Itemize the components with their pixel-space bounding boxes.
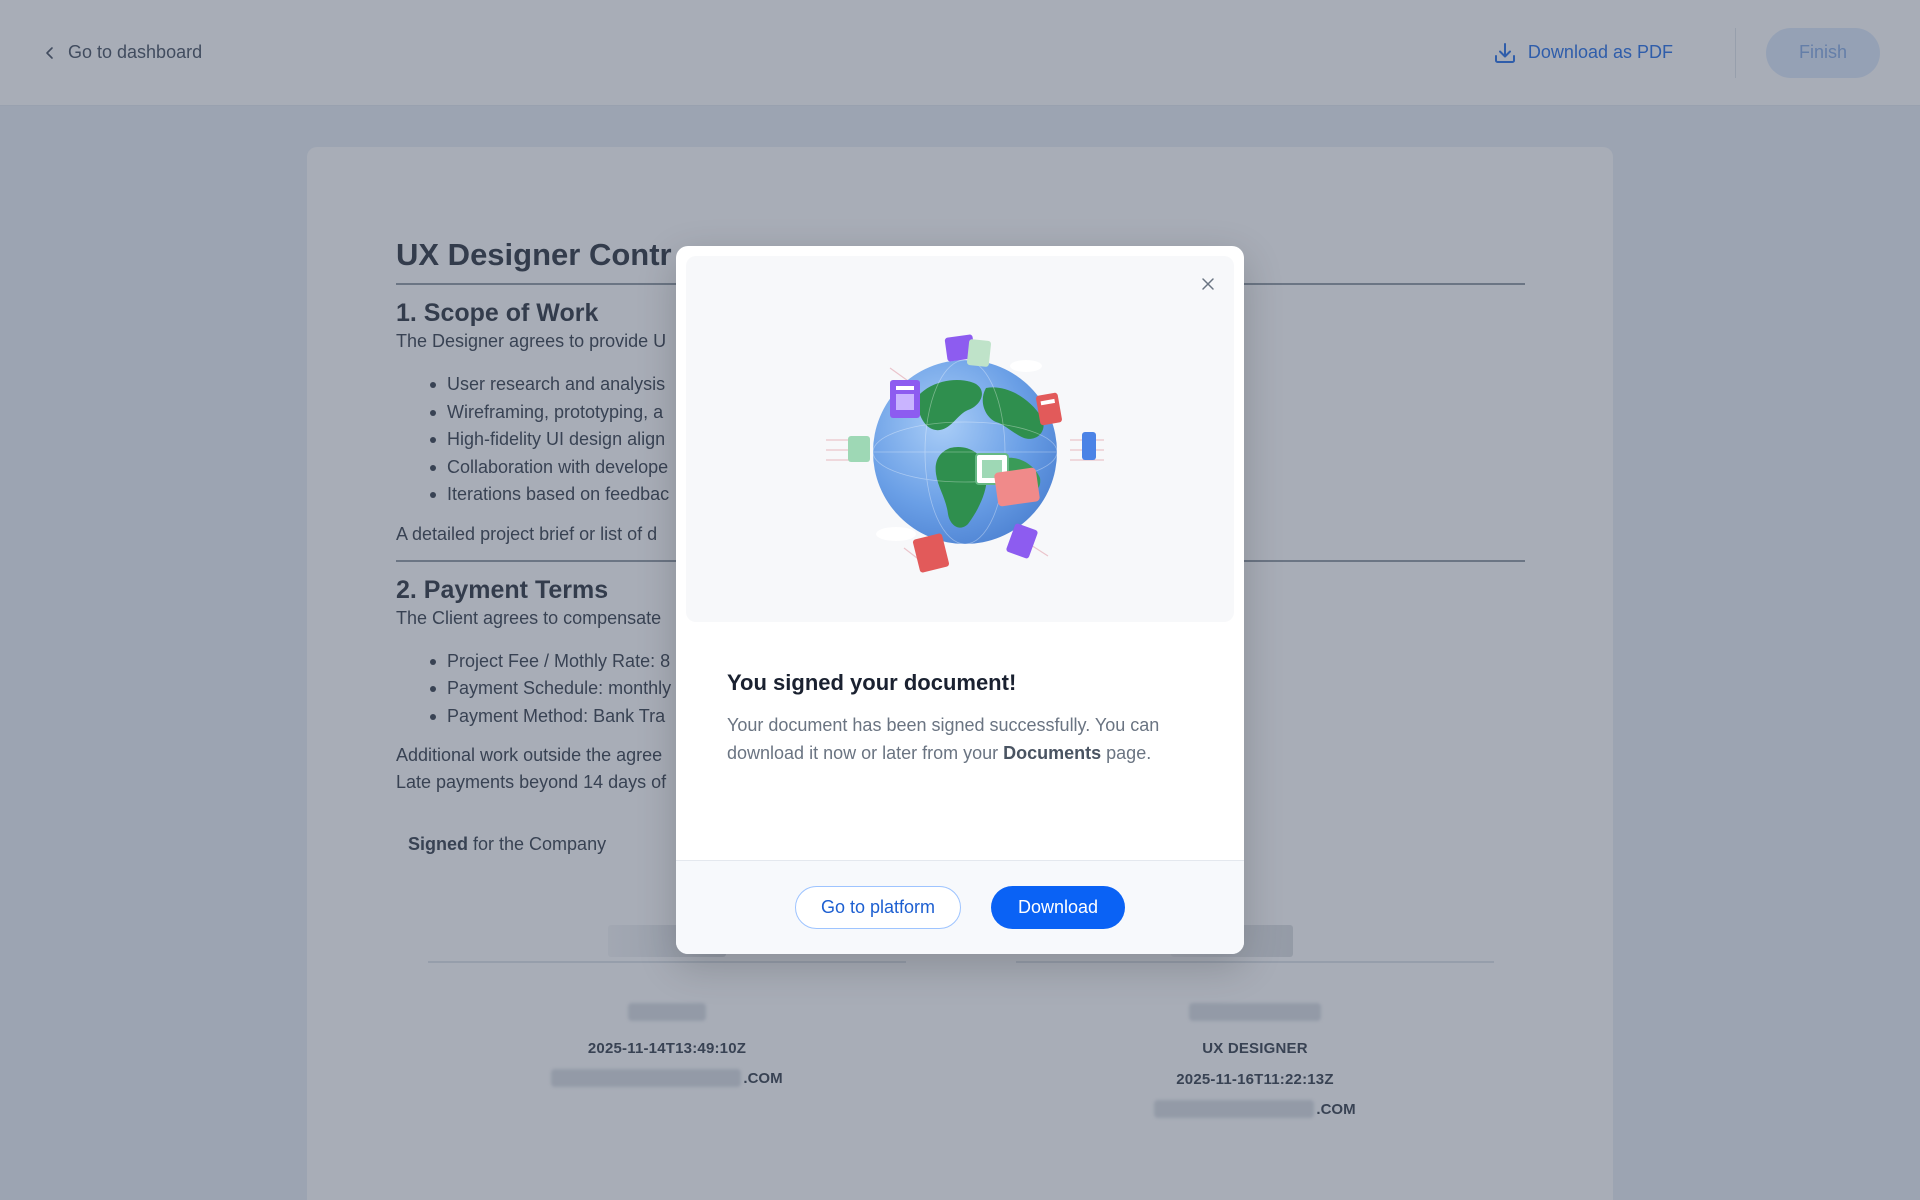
signed-success-modal: You signed your document! Your document … <box>676 246 1244 954</box>
close-button[interactable] <box>1196 272 1220 296</box>
modal-illustration-panel <box>686 256 1234 622</box>
download-button[interactable]: Download <box>990 886 1126 929</box>
documents-page-link[interactable]: Documents <box>1003 743 1101 763</box>
globe-documents-icon <box>826 334 1104 573</box>
modal-text-after: page. <box>1101 743 1152 763</box>
close-icon <box>1202 278 1214 290</box>
go-to-platform-button[interactable]: Go to platform <box>794 886 961 929</box>
globe-illustration <box>820 318 1110 588</box>
modal-description: Your document has been signed successful… <box>727 711 1197 767</box>
modal-footer: Go to platform Download <box>676 860 1244 954</box>
modal-title: You signed your document! <box>727 670 1017 695</box>
